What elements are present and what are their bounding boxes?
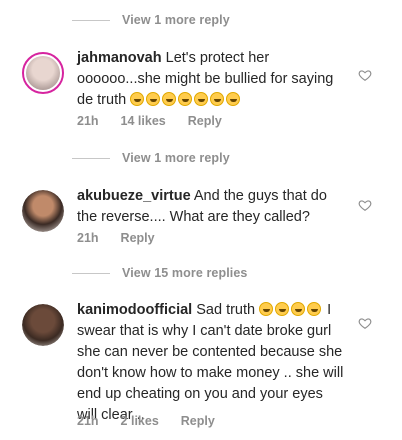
divider-line	[72, 272, 110, 274]
comment-text-after-emoji: I swear that is why I can't date broke g…	[77, 302, 344, 423]
view-more-label: View 1 more reply	[122, 151, 230, 165]
emoji-group	[259, 302, 327, 318]
reply-button[interactable]: Reply	[188, 114, 222, 128]
comment-username[interactable]: akubueze_virtue	[77, 188, 191, 204]
rofl-emoji-icon	[226, 92, 241, 106]
comment-username[interactable]: jahmanovah	[77, 50, 162, 66]
avatar[interactable]	[22, 52, 64, 94]
divider-line	[72, 157, 110, 159]
rofl-emoji-icon	[130, 92, 145, 106]
comment-likes[interactable]: 14 likes	[121, 114, 166, 128]
rofl-emoji-icon	[210, 92, 225, 106]
rofl-emoji-icon	[307, 302, 322, 316]
rofl-emoji-icon	[194, 92, 209, 106]
comment-text-before-emoji: Sad truth	[196, 302, 256, 318]
avatar[interactable]	[22, 190, 64, 232]
avatar-image	[22, 190, 64, 232]
comment-likes[interactable]: 2 likes	[121, 414, 159, 428]
reply-button[interactable]: Reply	[121, 231, 155, 245]
view-more-replies-1[interactable]: View 1 more reply	[72, 10, 230, 30]
view-more-replies-2[interactable]: View 1 more reply	[72, 148, 230, 168]
rofl-emoji-icon	[275, 302, 290, 316]
rofl-emoji-icon	[291, 302, 306, 316]
comment-time: 21h	[77, 231, 99, 245]
heart-icon[interactable]	[358, 198, 372, 212]
rofl-emoji-icon	[162, 92, 177, 106]
rofl-emoji-icon	[178, 92, 193, 106]
rofl-emoji-icon	[259, 302, 274, 316]
view-more-label: View 1 more reply	[122, 13, 230, 27]
view-more-label: View 15 more replies	[122, 266, 248, 280]
emoji-group	[130, 92, 242, 108]
heart-icon[interactable]	[358, 316, 372, 330]
avatar-image	[26, 56, 60, 90]
divider-line	[72, 19, 110, 21]
comment-username[interactable]: kanimodoofficial	[77, 302, 192, 318]
avatar-image	[22, 304, 64, 346]
comment-time: 21h	[77, 114, 99, 128]
comment-time: 21h	[77, 414, 99, 428]
rofl-emoji-icon	[146, 92, 161, 106]
view-more-replies-3[interactable]: View 15 more replies	[72, 263, 247, 283]
heart-icon[interactable]	[358, 68, 372, 82]
avatar[interactable]	[22, 304, 64, 346]
reply-button[interactable]: Reply	[181, 414, 215, 428]
